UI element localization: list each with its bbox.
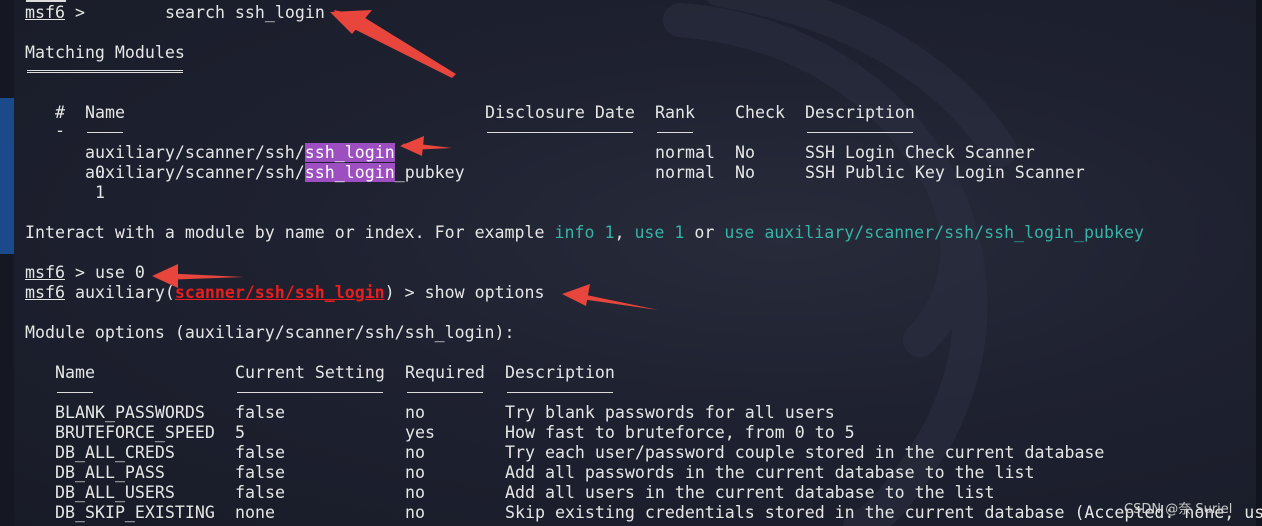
- opt-header-required: Required: [405, 363, 485, 382]
- arrow-2-icon: [402, 143, 452, 150]
- option-name: BRUTEFORCE_SPEED: [55, 423, 215, 442]
- opt-description-rule: [507, 392, 613, 393]
- option-name: DB_ALL_CREDS: [55, 443, 175, 462]
- hint-text: or: [684, 223, 725, 242]
- option-name: BLANK_PASSWORDS: [55, 403, 205, 422]
- col-header-rank: Rank: [655, 103, 695, 122]
- option-current-setting: false: [235, 403, 285, 422]
- col-header-description: Description: [805, 103, 915, 122]
- option-description: Add all users in the current database to…: [505, 483, 995, 502]
- option-description: Try blank passwords for all users: [505, 403, 835, 422]
- col-header-name: Name: [85, 103, 125, 122]
- option-required: no: [405, 443, 425, 462]
- arrow-4-head-icon: [562, 284, 590, 306]
- info-1-link[interactable]: info 1: [555, 223, 615, 242]
- arrow-4-icon: [566, 292, 658, 310]
- msf-prompt: msf6: [25, 3, 65, 22]
- module-path: auxiliary/scanner/ssh/: [85, 143, 305, 162]
- option-required: no: [405, 403, 425, 422]
- module-name[interactable]: auxiliary/scanner/ssh/ssh_login_pubkey: [85, 163, 465, 183]
- row-num: 1: [94, 183, 105, 202]
- opt-setting-rule: [237, 392, 383, 393]
- truncated-line-remnant: [26, 0, 66, 2]
- date-header-rule: [487, 132, 633, 133]
- context-prefix: auxiliary(: [64, 283, 175, 302]
- option-current-setting: false: [235, 483, 285, 502]
- interact-hint-line: Interact with a module by name or index.…: [25, 223, 1144, 243]
- option-required: yes: [405, 423, 435, 442]
- module-suffix: _pubkey: [394, 163, 465, 182]
- row-check: No: [735, 163, 755, 182]
- prompt-separator: >: [64, 3, 85, 22]
- row-description: SSH Public Key Login Scanner: [805, 163, 1085, 182]
- option-description: Add all passwords in the current databas…: [505, 463, 1035, 482]
- row-rank: normal: [655, 143, 715, 162]
- num-header-rule: -: [55, 121, 65, 140]
- show-options-line: msf6 auxiliary(scanner/ssh/ssh_login) > …: [25, 283, 545, 303]
- option-name: DB_ALL_USERS: [55, 483, 175, 502]
- arrow-3-icon: [156, 273, 244, 280]
- use-module-link[interactable]: use auxiliary/scanner/ssh/ssh_login_pubk…: [724, 223, 1144, 242]
- csdn-watermark: CSDN @奈 Suriel: [1124, 502, 1233, 517]
- use-command-line: msf6 > use 0: [25, 263, 145, 283]
- msf-prompt: msf6: [25, 263, 65, 282]
- module-name[interactable]: auxiliary/scanner/ssh/ssh_login: [85, 143, 395, 163]
- module-path: auxiliary/scanner/ssh/: [85, 163, 305, 182]
- rank-header-rule: [657, 132, 693, 133]
- option-description: How fast to bruteforce, from 0 to 5: [505, 423, 855, 442]
- opt-header-current-setting: Current Setting: [235, 363, 385, 382]
- col-header-num: #: [55, 103, 65, 122]
- option-name: DB_SKIP_EXISTING: [55, 503, 215, 522]
- option-required: no: [405, 463, 425, 482]
- active-module-name: scanner/ssh/ssh_login: [174, 283, 385, 302]
- arrow-2-head-icon: [400, 136, 424, 156]
- opt-header-description: Description: [505, 363, 615, 382]
- arrow-1-icon: [334, 10, 456, 78]
- search-highlight: ssh_login: [304, 143, 395, 162]
- name-header-rule: [87, 132, 123, 133]
- matching-title-underline: [27, 70, 183, 76]
- module-options-title: Module options (auxiliary/scanner/ssh/ss…: [25, 323, 515, 342]
- search-highlight: ssh_login: [304, 163, 395, 182]
- option-name: DB_ALL_PASS: [55, 463, 165, 482]
- use-command: > use 0: [64, 263, 145, 282]
- arrow-1-head-icon: [330, 10, 372, 34]
- option-required: no: [405, 483, 425, 502]
- opt-required-rule: [407, 392, 483, 393]
- opt-header-name: Name: [55, 363, 95, 382]
- option-required: no: [405, 503, 425, 522]
- option-current-setting: false: [235, 443, 285, 462]
- row-description: SSH Login Check Scanner: [805, 143, 1035, 162]
- show-options-command: ) > show options: [384, 283, 545, 302]
- left-window-edge: [0, 0, 14, 526]
- description-header-rule: [807, 132, 913, 133]
- search-command-line: msf6 >: [25, 3, 85, 23]
- hint-text: Interact with a module by name or index.…: [25, 223, 555, 242]
- row-check: No: [735, 143, 755, 162]
- col-header-check: Check: [735, 103, 785, 122]
- use-1-link[interactable]: use 1: [634, 223, 684, 242]
- option-current-setting: 5: [235, 423, 245, 442]
- terminal-window[interactable]: msf6 > search ssh_login Matching Modules…: [0, 0, 1262, 526]
- option-current-setting: none: [235, 503, 275, 522]
- row-rank: normal: [655, 163, 715, 182]
- col-header-disclosure-date: Disclosure Date: [485, 103, 635, 122]
- opt-name-rule: [57, 392, 93, 393]
- left-edge-accent: [0, 98, 14, 254]
- right-window-edge: [1256, 0, 1262, 526]
- msf-prompt: msf6: [25, 283, 65, 302]
- option-current-setting: false: [235, 463, 285, 482]
- matching-modules-title: Matching Modules: [25, 43, 185, 62]
- hint-text: ,: [614, 223, 635, 242]
- search-command: search ssh_login: [165, 3, 325, 22]
- option-description: Try each user/password couple stored in …: [505, 443, 1105, 462]
